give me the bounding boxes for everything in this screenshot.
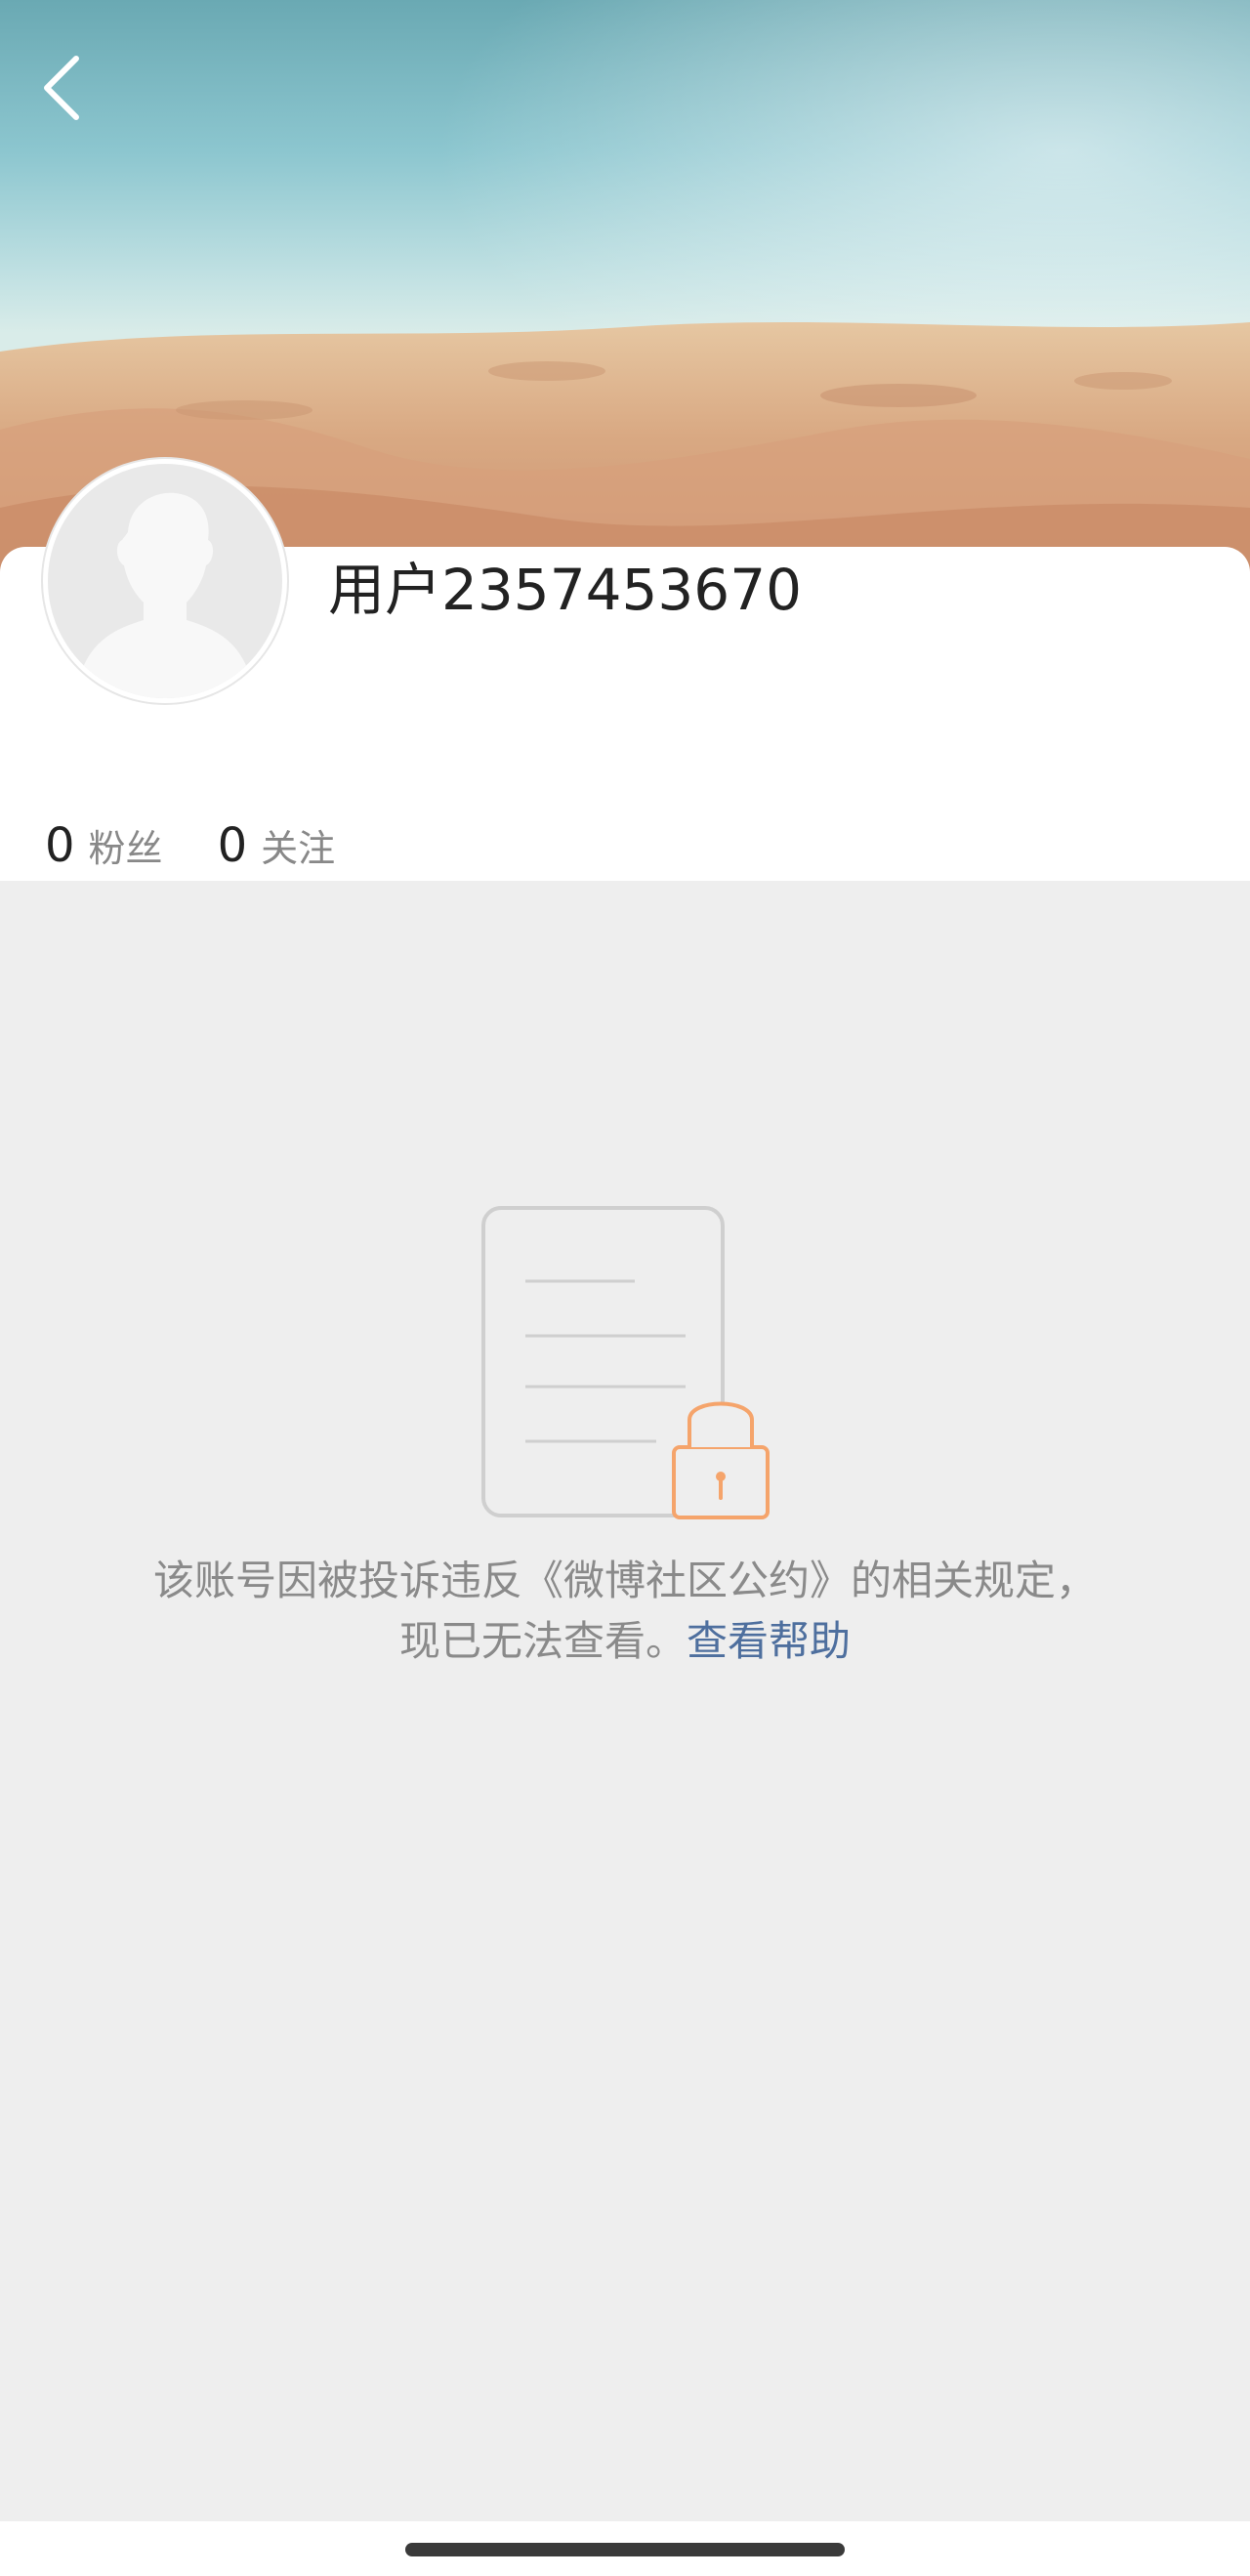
view-help-link[interactable]: 查看帮助 [687, 1617, 851, 1665]
chevron-left-icon [44, 56, 79, 120]
account-blocked-notice: 该账号因被投诉违反《微博社区公约》的相关规定，现已无法查看。查看帮助 [137, 1551, 1113, 1672]
username: 用户2357453670 [328, 557, 803, 623]
following-stat[interactable]: 0 关注 [218, 818, 336, 873]
followers-count: 0 [45, 818, 75, 873]
content-area [0, 881, 1250, 2521]
avatar[interactable] [43, 459, 287, 703]
back-button[interactable] [29, 44, 98, 132]
profile-stats: 0 粉丝 0 关注 [45, 818, 390, 877]
locked-document-icon [479, 1203, 771, 1525]
default-avatar-icon [48, 464, 282, 698]
home-indicator[interactable] [405, 2543, 845, 2556]
following-label: 关注 [261, 827, 336, 870]
followers-label: 粉丝 [88, 827, 163, 870]
followers-stat[interactable]: 0 粉丝 [45, 818, 163, 873]
following-count: 0 [217, 818, 248, 873]
notice-message: 该账号因被投诉违反《微博社区公约》的相关规定，现已无法查看。 [152, 1557, 1097, 1665]
